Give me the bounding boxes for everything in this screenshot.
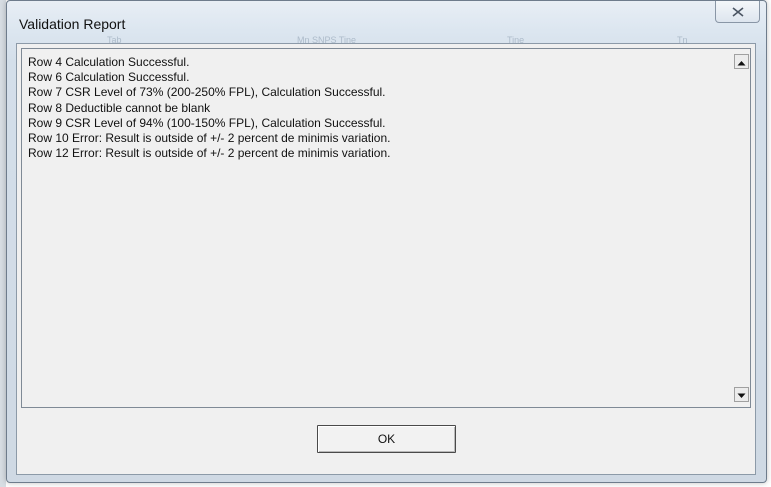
title-bar[interactable]: Validation Report Tab Mn SNPS Tine Tine … bbox=[7, 1, 766, 45]
report-line: Row 9 CSR Level of 94% (100-150% FPL), C… bbox=[28, 115, 386, 130]
scroll-up-button[interactable] bbox=[734, 54, 749, 69]
report-line: Row 4 Calculation Successful. bbox=[28, 55, 190, 69]
report-line: Row 7 CSR Level of 73% (200-250% FPL), C… bbox=[28, 85, 386, 100]
scroll-down-button[interactable] bbox=[734, 387, 749, 402]
report-line: Row 8 Deductible cannot be blank bbox=[28, 100, 211, 115]
close-icon bbox=[732, 6, 744, 17]
validation-report-dialog: Validation Report Tab Mn SNPS Tine Tine … bbox=[6, 0, 767, 483]
report-line: Row 6 Calculation Successful. bbox=[28, 70, 190, 85]
dialog-title: Validation Report bbox=[19, 16, 126, 32]
report-line: Row 12 Error: Result is outside of +/- 2… bbox=[28, 146, 391, 161]
ok-button[interactable]: OK bbox=[317, 425, 456, 453]
report-text-area[interactable]: Row 4 Calculation Successful. Row 6 Calc… bbox=[21, 48, 751, 408]
report-line: Row 10 Error: Result is outside of +/- 2… bbox=[28, 131, 391, 146]
vertical-scrollbar[interactable] bbox=[733, 49, 750, 407]
dialog-content: Row 4 Calculation Successful. Row 6 Calc… bbox=[16, 43, 756, 475]
close-button[interactable] bbox=[715, 1, 760, 23]
button-panel: OK bbox=[17, 408, 755, 474]
scroll-down-arrow-icon bbox=[737, 386, 746, 404]
report-lines: Row 4 Calculation Successful. Row 6 Calc… bbox=[28, 55, 730, 161]
scroll-up-arrow-icon bbox=[737, 53, 746, 71]
